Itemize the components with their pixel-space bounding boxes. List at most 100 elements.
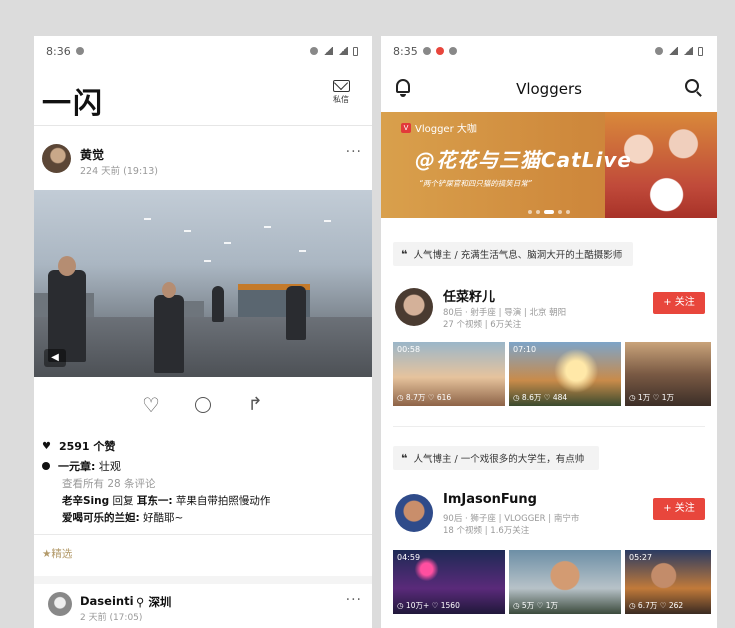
search-icon[interactable] xyxy=(685,79,699,93)
page-dot xyxy=(536,210,540,214)
comment-item: 爱喝可乐的兰妲: 好酷耶~ xyxy=(62,510,183,525)
comment-user[interactable]: 老辛Sing xyxy=(62,495,109,507)
vlogger-stats: 27 个视频 | 6万关注 xyxy=(443,320,522,330)
comment-reply-to[interactable]: 耳东一: xyxy=(137,495,173,507)
section-label: ❝ 人气博主 / 充满生活气息、脑洞大开的土酷摄影师 xyxy=(393,242,633,266)
likes-count: 2591 个赞 xyxy=(58,440,116,453)
video-stats: ◷ 10万+ ♡ 1560 xyxy=(397,601,460,610)
video-thumbnail[interactable]: 00:58 ◷ 8.7万 ♡ 616 xyxy=(393,342,505,406)
photo-person xyxy=(286,286,306,340)
wifi-icon xyxy=(683,47,693,55)
messages-button[interactable]: 私信 xyxy=(326,80,356,105)
photo-bird xyxy=(184,230,191,232)
video-thumbnail[interactable]: ◷ 1万 ♡ 1万 xyxy=(625,342,711,406)
photo-bird xyxy=(224,242,231,244)
photo-person-head xyxy=(58,256,76,276)
photo-bird xyxy=(299,250,306,252)
section-label: ❝ 人气博主 / 一个戏很多的大学生，有点帅 xyxy=(393,446,599,470)
post-actions: ♡ ↱ xyxy=(34,377,372,433)
vlogger-name[interactable]: ImJasonFung xyxy=(443,492,537,507)
post-time: 2 天前 (17:05) xyxy=(80,613,143,623)
banner-tag: V Vlogger 大咖 xyxy=(401,120,477,135)
video-thumbnails: 04:59 ◷ 10万+ ♡ 1560 ◷ 5万 ♡ 1万 05:27 ◷ 6.… xyxy=(393,550,717,614)
comment-text: 苹果自带拍照慢动作 xyxy=(175,495,271,507)
status-bar: 8:36 xyxy=(34,36,372,66)
more-options-icon[interactable]: ··· xyxy=(346,144,362,160)
avatar[interactable] xyxy=(395,288,433,326)
video-stats: ◷ 1万 ♡ 1万 xyxy=(629,393,674,402)
video-thumbnail[interactable]: ◷ 5万 ♡ 1万 xyxy=(509,550,621,614)
comment-user[interactable]: 爱喝可乐的兰妲: xyxy=(62,512,140,524)
location-label: 深圳 xyxy=(148,595,172,609)
video-duration: 07:10 xyxy=(513,345,537,354)
follow-button[interactable]: + 关注 xyxy=(653,498,705,520)
mute-icon[interactable]: ◀ xyxy=(44,349,66,367)
section-label-text: 人气博主 / 充满生活气息、脑洞大开的土酷摄影师 xyxy=(413,250,623,261)
avatar[interactable] xyxy=(42,144,71,173)
like-heart-icon[interactable]: ♡ xyxy=(141,395,161,415)
alarm-icon xyxy=(655,47,663,55)
battery-icon xyxy=(353,46,358,56)
left-phone-screen: 8:36 一闪 私信 黄觉 224 天前 (19:13) ··· ◀ ♡ ↱ ♥… xyxy=(34,36,372,628)
caption-author[interactable]: 一元章: xyxy=(58,460,95,473)
photo-bird xyxy=(324,220,331,222)
app-notification-icon xyxy=(435,47,444,55)
app-logo: 一闪 xyxy=(42,86,105,120)
divider xyxy=(393,426,705,427)
avatar[interactable] xyxy=(395,494,433,532)
app-header: Vloggers xyxy=(381,66,717,112)
image-notification-icon xyxy=(448,47,457,55)
comment-text: 好酷耶~ xyxy=(143,512,184,524)
featured-tag[interactable]: ★精选 xyxy=(42,546,72,561)
more-options-icon[interactable]: ··· xyxy=(346,592,362,608)
mail-icon xyxy=(332,80,350,92)
post-author[interactable]: Daseinti xyxy=(80,594,134,608)
vlogger-card[interactable]: 任菜籽儿 80后 · 射手座 | 导演 | 北京 朝阳 27 个视频 | 6万关… xyxy=(381,282,717,342)
comment-icon[interactable] xyxy=(195,397,211,413)
video-stats: ◷ 8.7万 ♡ 616 xyxy=(397,393,452,402)
heart-filled-icon: ♥ xyxy=(42,440,51,452)
video-duration: 05:27 xyxy=(629,553,653,562)
quote-icon: ❝ xyxy=(401,451,408,465)
post-separator xyxy=(34,576,372,584)
post-author[interactable]: 黄觉 xyxy=(80,146,104,163)
page-dot xyxy=(528,210,532,214)
section-label-text: 人气博主 / 一个戏很多的大学生，有点帅 xyxy=(413,454,585,465)
avatar[interactable] xyxy=(48,592,72,616)
alarm-icon xyxy=(310,47,318,55)
page-dot xyxy=(566,210,570,214)
vlogger-logo-icon: V xyxy=(401,122,411,133)
vlogger-profile: 80后 · 射手座 | 导演 | 北京 朝阳 xyxy=(443,308,567,318)
notification-icon xyxy=(75,47,84,55)
vlogger-card[interactable]: ImJasonFung 90后 · 狮子座 | VLOGGER | 南宁市 18… xyxy=(381,488,717,548)
video-duration: 04:59 xyxy=(397,553,421,562)
banner-headline: @花花与三猫CatLive xyxy=(415,148,632,172)
post-location[interactable]: ⚲ 深圳 xyxy=(136,594,171,610)
follow-button[interactable]: + 关注 xyxy=(653,292,705,314)
photo-bird xyxy=(204,260,211,262)
post-time: 224 天前 (19:13) xyxy=(80,166,158,177)
view-all-comments-link[interactable]: 查看所有 28 条评论 xyxy=(62,476,156,491)
post-caption: 一元章: 壮观 xyxy=(42,458,121,474)
comment-item: 老辛Sing 回复 耳东一: 苹果自带拍照慢动作 xyxy=(62,493,270,508)
comment-reply-word: 回复 xyxy=(112,495,134,507)
photo-person xyxy=(154,295,184,373)
likes-count-row[interactable]: ♥ 2591 个赞 xyxy=(42,438,115,454)
post-photo[interactable]: ◀ xyxy=(34,190,372,377)
video-thumbnail[interactable]: 05:27 ◷ 6.7万 ♡ 262 xyxy=(625,550,711,614)
banner-pagination xyxy=(381,210,717,214)
caption-text: 壮观 xyxy=(98,460,121,473)
video-stats: ◷ 6.7万 ♡ 262 xyxy=(629,601,684,610)
video-thumbnail[interactable]: 07:10 ◷ 8.6万 ♡ 484 xyxy=(509,342,621,406)
video-thumbnail[interactable]: 04:59 ◷ 10万+ ♡ 1560 xyxy=(393,550,505,614)
app-header: 一闪 私信 xyxy=(34,66,372,126)
photo-bird xyxy=(264,226,271,228)
post-header: 黄觉 224 天前 (19:13) ··· xyxy=(34,126,372,190)
signal-icon xyxy=(668,47,678,55)
vlogger-name[interactable]: 任菜籽儿 xyxy=(443,286,495,305)
vlogger-stats: 18 个视频 | 1.6万关注 xyxy=(443,526,530,536)
video-stats: ◷ 5万 ♡ 1万 xyxy=(513,601,558,610)
messages-label: 私信 xyxy=(333,95,349,104)
share-icon[interactable]: ↱ xyxy=(245,395,265,415)
promo-banner[interactable]: V Vlogger 大咖 @花花与三猫CatLive “两个铲屎官和四只猫的搞笑… xyxy=(381,112,717,218)
